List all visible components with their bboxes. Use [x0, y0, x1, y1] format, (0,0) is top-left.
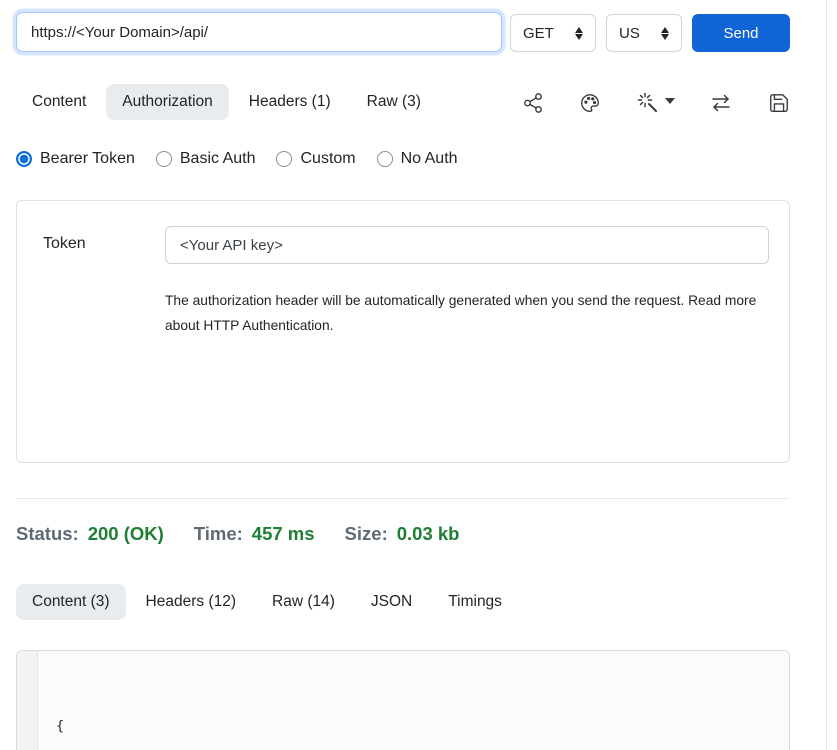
tab-response-content[interactable]: Content (3)	[16, 584, 126, 620]
scrollbar-track-divider[interactable]	[826, 0, 827, 750]
api-client-page: GET US Send Content Authorization Header…	[0, 0, 837, 750]
code-line: {	[56, 714, 789, 739]
status-label: Status:	[16, 523, 79, 545]
region-select-value: US	[619, 25, 640, 42]
auth-radio-basic-auth[interactable]: Basic Auth	[156, 150, 256, 168]
tab-authorization[interactable]: Authorization	[106, 84, 228, 120]
token-label: Token	[43, 235, 86, 253]
response-summary: Status: 200 (OK) Time: 457 ms Size: 0.03…	[16, 523, 489, 545]
radio-selected-icon	[16, 151, 32, 167]
url-input[interactable]	[16, 12, 502, 52]
token-help-text: The authorization header will be automat…	[165, 288, 757, 338]
magic-wand-menu-icon[interactable]	[636, 91, 675, 115]
tab-headers[interactable]: Headers (1)	[233, 84, 347, 120]
request-tabs: Content Authorization Headers (1) Raw (3…	[16, 84, 437, 120]
bearer-token-panel: Token The authorization header will be a…	[16, 200, 790, 463]
send-button[interactable]: Send	[692, 14, 790, 52]
radio-unselected-icon	[276, 151, 292, 167]
response-tabs: Content (3) Headers (12) Raw (14) JSON T…	[16, 584, 518, 620]
swap-arrows-icon[interactable]	[709, 91, 733, 115]
tab-content[interactable]: Content	[16, 84, 102, 120]
tab-response-json[interactable]: JSON	[355, 584, 428, 620]
size-label: Size:	[345, 523, 388, 545]
tab-response-timings[interactable]: Timings	[432, 584, 518, 620]
response-body-panel: { "message": "API running." }	[16, 650, 790, 750]
time-value: 457 ms	[252, 523, 315, 545]
share-icon[interactable]	[522, 92, 544, 114]
token-input[interactable]	[165, 226, 769, 264]
tab-raw[interactable]: Raw (3)	[351, 84, 437, 120]
size-value: 0.03 kb	[397, 523, 460, 545]
tab-response-headers[interactable]: Headers (12)	[130, 584, 252, 620]
region-select[interactable]: US	[606, 14, 682, 52]
auth-radio-bearer-token[interactable]: Bearer Token	[16, 150, 135, 168]
status-value: 200 (OK)	[88, 523, 164, 545]
tab-response-raw[interactable]: Raw (14)	[256, 584, 351, 620]
time-label: Time:	[194, 523, 243, 545]
method-select[interactable]: GET	[510, 14, 596, 52]
request-toolbar	[522, 86, 790, 120]
response-json-code[interactable]: { "message": "API running." }	[38, 651, 789, 750]
radio-unselected-icon	[377, 151, 393, 167]
theme-palette-icon[interactable]	[579, 92, 601, 114]
section-divider	[16, 498, 790, 499]
radio-unselected-icon	[156, 151, 172, 167]
auth-radio-custom[interactable]: Custom	[276, 150, 355, 168]
select-updown-icon	[575, 27, 583, 40]
save-icon[interactable]	[768, 92, 790, 114]
method-select-value: GET	[523, 25, 554, 42]
auth-type-radios: Bearer Token Basic Auth Custom No Auth	[16, 150, 458, 168]
select-updown-icon	[661, 27, 669, 40]
auth-radio-no-auth[interactable]: No Auth	[377, 150, 458, 168]
code-gutter	[17, 651, 38, 750]
dropdown-caret-icon	[665, 98, 675, 104]
